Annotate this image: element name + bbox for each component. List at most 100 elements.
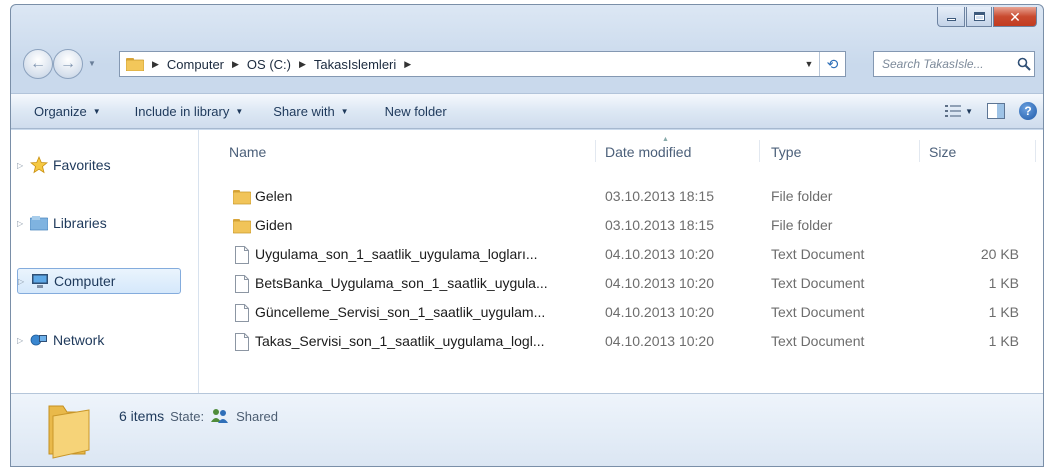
file-size: 20 KB — [980, 246, 1019, 262]
file-type: Text Document — [771, 275, 865, 291]
shared-users-icon — [211, 409, 229, 423]
nav-item-network[interactable]: ▷ Network — [17, 327, 104, 353]
file-date: 03.10.2013 18:15 — [605, 217, 714, 233]
file-row[interactable]: Giden 03.10.2013 18:15 File folder — [207, 211, 1043, 240]
nav-label-computer: Computer — [54, 273, 116, 289]
help-icon[interactable]: ? — [1019, 102, 1037, 120]
file-row[interactable]: Gelen 03.10.2013 18:15 File folder — [207, 182, 1043, 211]
back-arrow-icon: ← — [30, 55, 46, 72]
details-summary: 6 items State: Shared — [119, 408, 278, 424]
folder-icon — [233, 216, 251, 236]
file-date: 04.10.2013 10:20 — [605, 275, 714, 291]
breadcrumb-separator-icon[interactable]: ▶ — [299, 59, 306, 70]
share-with-button[interactable]: Share with ▼ — [260, 104, 361, 119]
computer-icon — [30, 272, 50, 290]
file-name: Güncelleme_Servisi_son_1_saatlik_uygulam… — [255, 304, 546, 320]
address-row: ← → ▼ ▶ Computer ▶ OS (C:) ▶ TakasIsleml… — [11, 45, 1043, 81]
change-view-button[interactable]: ▼ — [945, 104, 973, 118]
new-folder-label: New folder — [384, 103, 447, 119]
file-date: 03.10.2013 18:15 — [605, 188, 714, 204]
libraries-icon — [29, 214, 49, 232]
refresh-icon[interactable]: ⟲ — [819, 52, 845, 76]
file-date: 04.10.2013 10:20 — [605, 333, 714, 349]
file-name: BetsBanka_Uygulama_son_1_saatlik_uygula.… — [255, 275, 548, 291]
caption-buttons: ✕ — [937, 7, 1037, 27]
search-icon[interactable] — [1014, 54, 1034, 74]
search-input[interactable]: Search TakasIsle... — [874, 57, 1014, 71]
file-name: Takas_Servisi_son_1_saatlik_uygulama_log… — [255, 333, 545, 349]
breadcrumb-folder[interactable]: TakasIslemleri — [314, 57, 396, 72]
star-icon — [29, 156, 49, 174]
back-button[interactable]: ← — [23, 49, 53, 79]
navigation-buttons: ← → ▼ — [23, 49, 115, 79]
forward-arrow-icon: → — [60, 55, 76, 72]
nav-item-libraries[interactable]: ▷ Libraries — [17, 210, 107, 236]
breadcrumb-separator-icon[interactable]: ▶ — [404, 59, 411, 70]
expand-icon[interactable]: ▷ — [18, 277, 30, 286]
command-bar: Organize ▼ Include in library ▼ Share with… — [11, 93, 1043, 129]
nav-label-network: Network — [53, 332, 105, 348]
new-folder-button[interactable]: New folder — [372, 104, 460, 119]
include-in-library-button[interactable]: Include in library ▼ — [122, 104, 257, 119]
address-bar[interactable]: ▶ Computer ▶ OS (C:) ▶ TakasIslemleri ▶ … — [119, 51, 846, 77]
breadcrumb-computer[interactable]: Computer — [167, 57, 224, 72]
recent-pages-dropdown[interactable]: ▼ — [87, 59, 97, 69]
nav-label-favorites: Favorites — [53, 157, 111, 173]
text-document-icon — [233, 245, 251, 265]
address-controls: ▼ ⟲ — [799, 52, 845, 76]
organize-label: Organize — [34, 103, 87, 119]
file-date: 04.10.2013 10:20 — [605, 304, 714, 320]
file-name: Giden — [255, 217, 293, 233]
column-header-date[interactable]: Date modified — [605, 144, 691, 160]
nav-item-computer[interactable]: ▷ Computer — [17, 268, 181, 294]
file-type: Text Document — [771, 304, 865, 320]
file-date: 04.10.2013 10:20 — [605, 246, 714, 262]
file-type: Text Document — [771, 333, 865, 349]
minimize-icon — [946, 18, 956, 21]
nav-item-favorites[interactable]: ▷ Favorites — [17, 152, 111, 178]
column-header-size[interactable]: Size — [929, 144, 956, 160]
expand-icon[interactable]: ▷ — [17, 219, 29, 228]
search-box[interactable]: Search TakasIsle... — [873, 51, 1035, 77]
file-row[interactable]: BetsBanka_Uygulama_son_1_saatlik_uygula.… — [207, 269, 1043, 298]
address-history-dropdown[interactable]: ▼ — [799, 59, 819, 69]
text-document-icon — [233, 303, 251, 323]
column-header-type[interactable]: Type — [771, 144, 801, 160]
item-count: 6 items — [119, 408, 165, 424]
breadcrumb-separator-icon[interactable]: ▶ — [152, 59, 159, 70]
file-row[interactable]: Güncelleme_Servisi_son_1_saatlik_uygulam… — [207, 298, 1043, 327]
preview-pane-icon[interactable] — [987, 103, 1005, 119]
maximize-button[interactable] — [966, 7, 992, 27]
expand-icon[interactable]: ▷ — [17, 336, 29, 345]
breadcrumb-separator-icon[interactable]: ▶ — [232, 59, 239, 70]
text-document-icon — [233, 274, 251, 294]
close-icon: ✕ — [1009, 8, 1021, 25]
column-header-name[interactable]: Name — [229, 144, 266, 160]
file-row[interactable]: Takas_Servisi_son_1_saatlik_uygulama_log… — [207, 327, 1043, 356]
breadcrumb-drive[interactable]: OS (C:) — [247, 57, 291, 72]
navigation-pane: ▷ Favorites ▷ Libraries ▷ Computer ▷ Net… — [11, 130, 199, 393]
folder-icon — [48, 405, 90, 459]
column-divider[interactable] — [919, 140, 920, 162]
column-divider[interactable] — [595, 140, 596, 162]
forward-button[interactable]: → — [53, 49, 83, 79]
organize-button[interactable]: Organize ▼ — [21, 104, 114, 119]
file-list: ▲ Name Date modified Type Size Gelen 03.… — [207, 130, 1043, 393]
file-type: Text Document — [771, 246, 865, 262]
share-label: Share with — [273, 103, 335, 119]
chevron-down-icon: ▼ — [340, 106, 349, 116]
chevron-down-icon: ▼ — [235, 106, 244, 116]
content-area: ▷ Favorites ▷ Libraries ▷ Computer ▷ Net… — [11, 130, 1043, 393]
network-icon — [29, 331, 49, 349]
column-divider[interactable] — [1035, 140, 1036, 162]
expand-icon[interactable]: ▷ — [17, 161, 29, 170]
file-type: File folder — [771, 217, 833, 233]
file-size: 1 KB — [988, 333, 1019, 349]
file-row[interactable]: Uygulama_son_1_saatlik_uygulama_logları.… — [207, 240, 1043, 269]
column-divider[interactable] — [759, 140, 760, 162]
details-pane: 6 items State: Shared — [11, 393, 1043, 466]
state-value: Shared — [236, 408, 279, 424]
minimize-button[interactable] — [937, 7, 965, 27]
close-button[interactable]: ✕ — [993, 7, 1037, 27]
file-name: Uygulama_son_1_saatlik_uygulama_logları.… — [255, 246, 538, 262]
